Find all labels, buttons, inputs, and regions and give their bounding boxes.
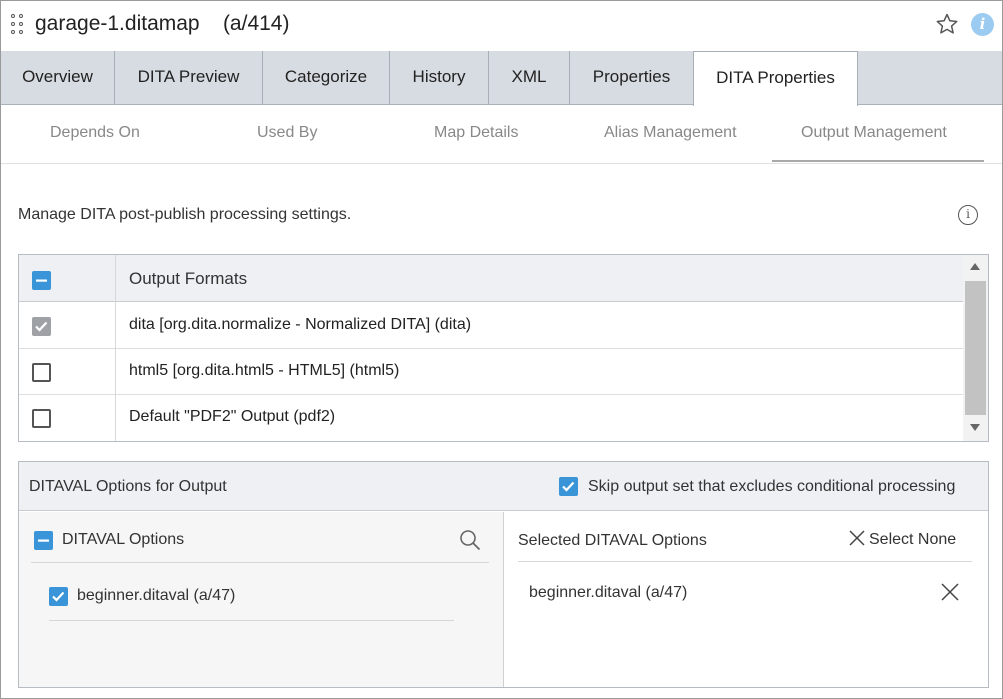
row-checkbox[interactable] bbox=[32, 409, 51, 428]
column-divider bbox=[115, 255, 116, 441]
table-row[interactable]: html5 [org.dita.html5 - HTML5] (html5) bbox=[19, 349, 963, 395]
scroll-thumb[interactable] bbox=[965, 281, 986, 415]
tab-history[interactable]: History bbox=[390, 51, 489, 105]
tab-overview[interactable]: Overview bbox=[1, 51, 115, 105]
skip-output-checkbox[interactable] bbox=[559, 477, 578, 496]
active-subtab-indicator bbox=[772, 160, 984, 162]
selected-ditaval-item: beginner.ditaval (a/47) bbox=[529, 584, 688, 601]
vertical-scrollbar[interactable] bbox=[963, 255, 988, 441]
ditaval-select-all-checkbox[interactable] bbox=[34, 531, 53, 550]
skip-output-label: Skip output set that excludes conditiona… bbox=[588, 478, 956, 495]
tab-properties[interactable]: Properties bbox=[570, 51, 694, 105]
table-header-row: Output Formats bbox=[19, 255, 963, 302]
select-none-button[interactable]: Select None bbox=[849, 530, 956, 549]
select-all-checkbox[interactable] bbox=[32, 271, 51, 290]
help-info-icon[interactable]: i bbox=[958, 205, 978, 225]
close-icon bbox=[849, 530, 865, 546]
output-formats-table: Output Formats dita [org.dita.normalize … bbox=[18, 254, 989, 442]
ditaval-option-checkbox[interactable] bbox=[49, 587, 68, 606]
tab-xml[interactable]: XML bbox=[489, 51, 570, 105]
format-label: html5 [org.dita.html5 - HTML5] (html5) bbox=[129, 362, 400, 379]
sub-tab-bar: Depends On Used By Map Details Alias Man… bbox=[1, 106, 1002, 164]
tab-categorize[interactable]: Categorize bbox=[263, 51, 390, 105]
ditaval-options-panel: DITAVAL Options for Output Skip output s… bbox=[18, 461, 989, 688]
ditaval-option-label[interactable]: beginner.ditaval (a/47) bbox=[77, 587, 235, 605]
page-description: Manage DITA post-publish processing sett… bbox=[18, 206, 352, 223]
subtab-output-management[interactable]: Output Management bbox=[801, 124, 947, 142]
subtab-map-details[interactable]: Map Details bbox=[434, 124, 518, 142]
tab-dita-properties[interactable]: DITA Properties bbox=[693, 51, 858, 106]
drag-handle-icon[interactable] bbox=[11, 14, 25, 36]
selected-ditaval-title: Selected DITAVAL Options bbox=[518, 532, 707, 549]
subtab-used-by[interactable]: Used By bbox=[257, 124, 317, 142]
tab-dita-preview[interactable]: DITA Preview bbox=[115, 51, 263, 105]
ditaval-panel-header: DITAVAL Options for Output Skip output s… bbox=[19, 462, 988, 511]
format-label: Default "PDF2" Output (pdf2) bbox=[129, 408, 336, 425]
star-icon[interactable] bbox=[935, 12, 959, 36]
main-tab-bar: Overview DITA Preview Categorize History… bbox=[1, 51, 1002, 106]
row-checkbox bbox=[32, 317, 51, 336]
remove-icon[interactable] bbox=[940, 582, 960, 602]
subtab-alias-management[interactable]: Alias Management bbox=[604, 124, 737, 142]
table-row[interactable]: dita [org.dita.normalize - Normalized DI… bbox=[19, 302, 963, 349]
format-label: dita [org.dita.normalize - Normalized DI… bbox=[129, 316, 472, 333]
pane-divider bbox=[503, 512, 504, 687]
divider bbox=[49, 620, 454, 621]
window-title: garage-1.ditamap (a/414) bbox=[35, 12, 290, 35]
divider bbox=[518, 561, 972, 562]
title-bar: garage-1.ditamap (a/414) i bbox=[1, 1, 1002, 51]
scroll-down-arrow-icon[interactable] bbox=[970, 424, 980, 431]
divider bbox=[31, 562, 489, 563]
subtab-depends-on[interactable]: Depends On bbox=[50, 124, 140, 142]
table-row[interactable]: Default "PDF2" Output (pdf2) bbox=[19, 395, 963, 441]
select-none-label: Select None bbox=[869, 531, 957, 548]
ditaval-options-title: DITAVAL Options bbox=[62, 531, 185, 548]
scroll-up-arrow-icon[interactable] bbox=[970, 263, 980, 270]
info-icon[interactable]: i bbox=[971, 13, 994, 36]
row-checkbox[interactable] bbox=[32, 363, 51, 382]
search-icon[interactable] bbox=[459, 529, 481, 551]
ditaval-panel-title: DITAVAL Options for Output bbox=[29, 478, 227, 495]
column-header-output-formats: Output Formats bbox=[129, 269, 248, 288]
